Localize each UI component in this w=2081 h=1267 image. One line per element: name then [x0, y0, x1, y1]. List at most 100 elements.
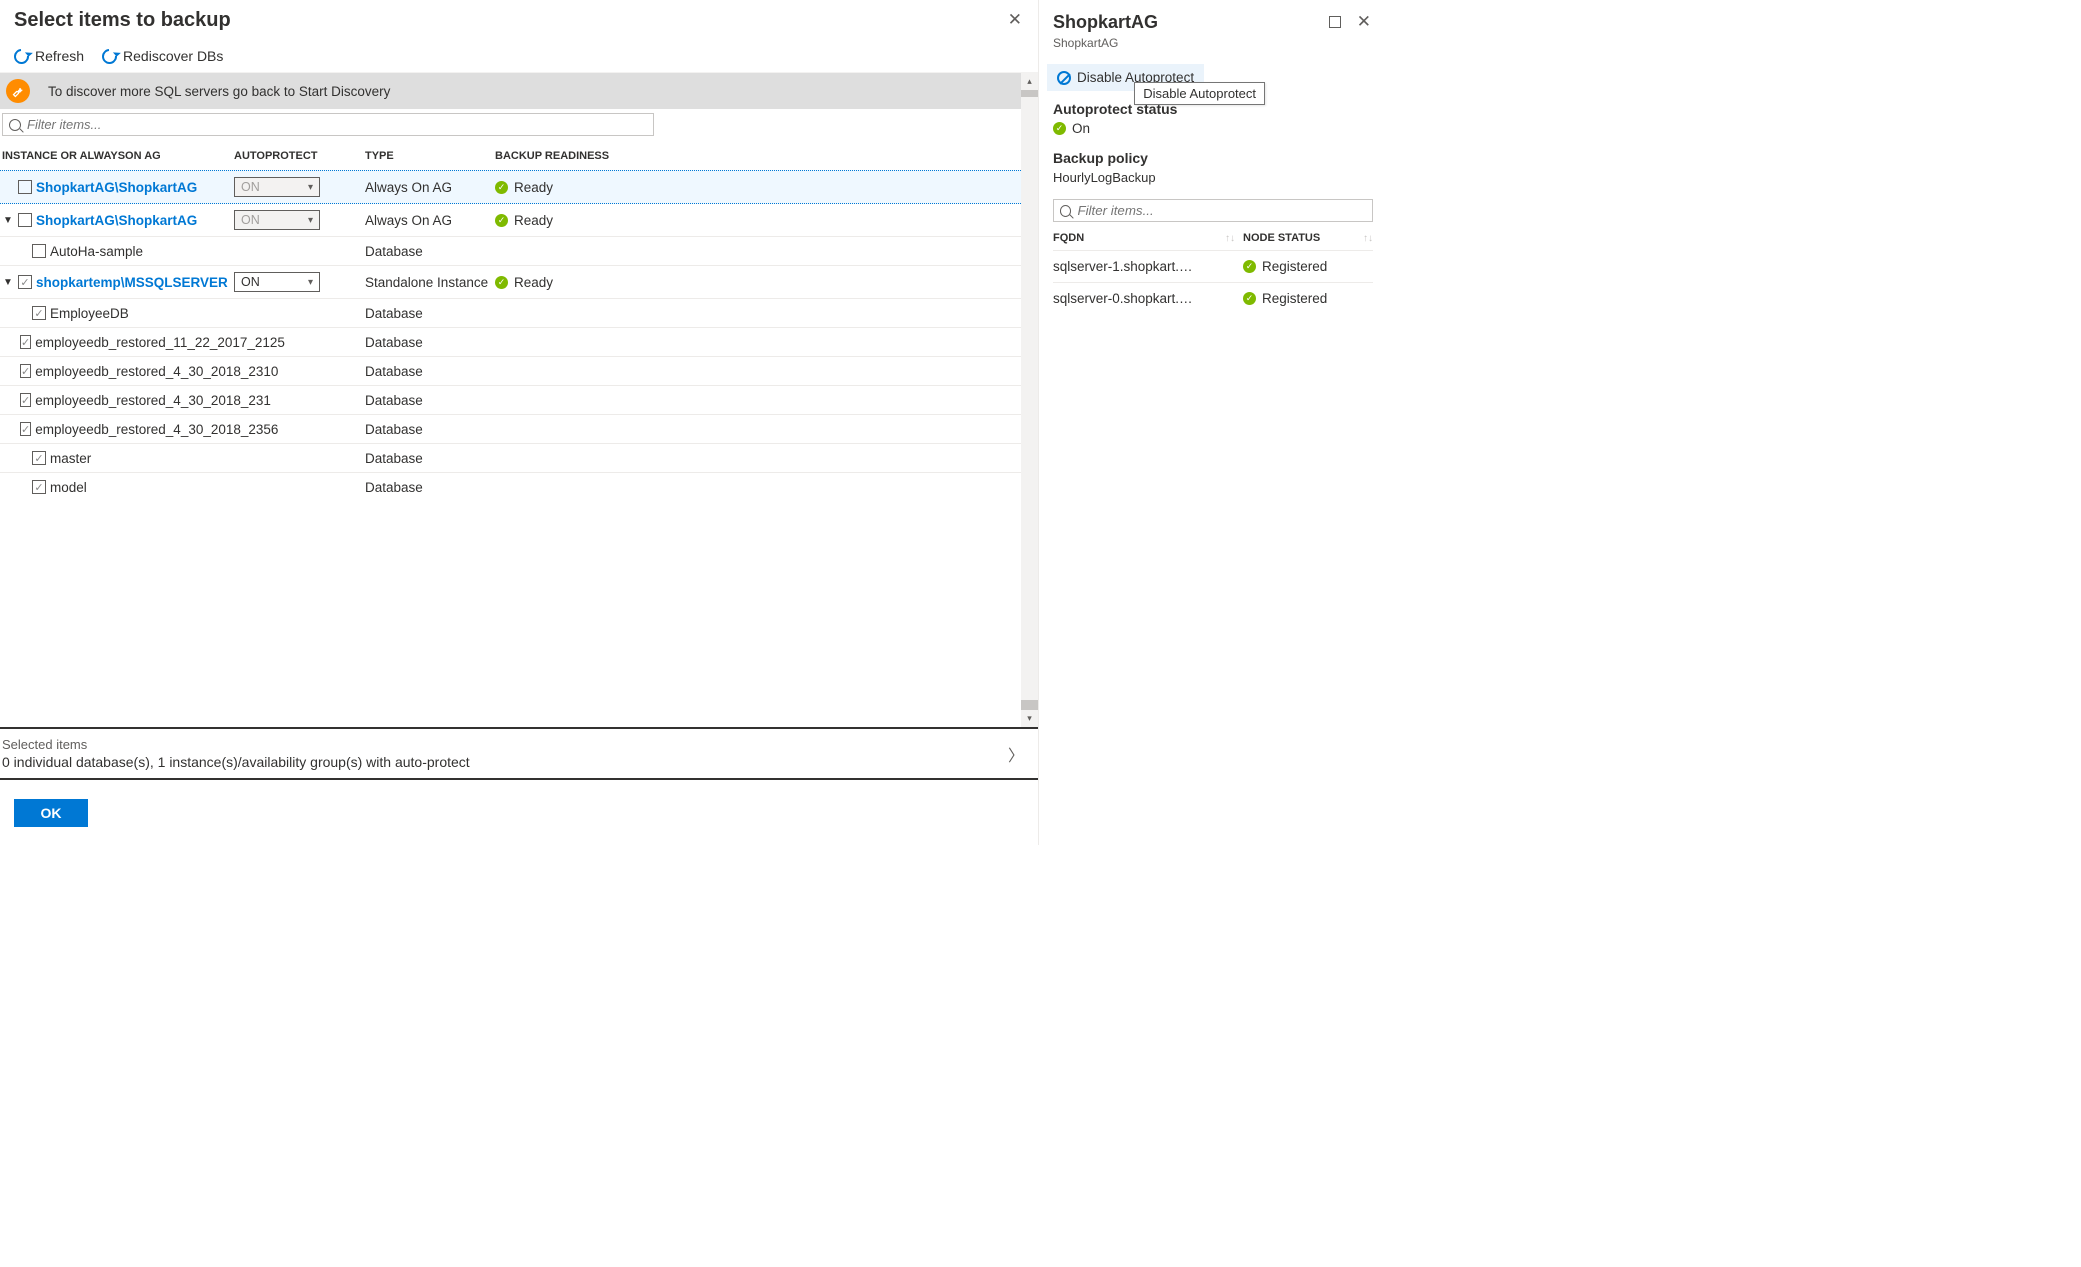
select-value: ON — [241, 275, 260, 289]
checkbox[interactable] — [18, 213, 32, 227]
tooltip: Disable Autoprotect — [1134, 82, 1265, 105]
col-instance: INSTANCE OR ALWAYSON AG — [2, 150, 234, 162]
row-name: AutoHa-sample — [50, 244, 143, 259]
refresh-icon — [99, 45, 120, 66]
node-row[interactable]: sqlserver-1.shopkart.…✓ Registered — [1053, 250, 1373, 282]
search-icon — [1060, 205, 1071, 217]
node-fqdn: sqlserver-0.shopkart.… — [1053, 291, 1243, 306]
col-fqdn[interactable]: FQDN — [1053, 232, 1084, 244]
outer-scrollbar[interactable]: ▴ ▾ — [1021, 73, 1038, 727]
page-title: Select items to backup — [14, 9, 231, 32]
autoprotect-status-value: On — [1072, 121, 1090, 136]
panel-filter-wrap[interactable] — [1053, 199, 1373, 222]
refresh-button[interactable]: Refresh — [14, 48, 84, 64]
check-icon: ✓ — [1053, 122, 1066, 135]
panel-subtitle: ShopkartAG — [1039, 34, 1387, 60]
table-row[interactable]: ✓employeedb_restored_4_30_2018_231Databa… — [0, 385, 1021, 414]
chevron-down-icon: ▾ — [308, 215, 313, 226]
node-fqdn: sqlserver-1.shopkart.… — [1053, 259, 1243, 274]
sort-icon[interactable]: ↑↓ — [1363, 233, 1373, 244]
readiness-value: Ready — [514, 275, 553, 290]
checkbox[interactable]: ✓ — [20, 364, 31, 378]
table-row[interactable]: ▼✓shopkartemp\MSSQLSERVERON▾Standalone I… — [0, 265, 1021, 298]
row-type: Database — [365, 306, 495, 321]
check-icon: ✓ — [495, 181, 508, 194]
scroll-down-icon[interactable]: ▾ — [1021, 710, 1038, 727]
table-row[interactable]: ✓ model Database — [0, 472, 1021, 501]
outer-scroll-bot-thumb[interactable] — [1021, 700, 1038, 710]
checkbox[interactable]: ✓ — [32, 480, 46, 494]
row-name: employeedb_restored_4_30_2018_231 — [35, 393, 271, 408]
chevron-down-icon: ▾ — [308, 277, 313, 288]
panel-filter-input[interactable] — [1077, 203, 1366, 218]
chevron-right-icon[interactable]: 〉 — [1004, 738, 1028, 770]
checkbox[interactable]: ✓ — [20, 393, 31, 407]
ok-button[interactable]: OK — [14, 799, 88, 827]
panel-title: ShopkartAG — [1053, 12, 1158, 33]
search-icon — [9, 119, 21, 131]
close-icon[interactable]: ✕ — [1002, 8, 1028, 32]
row-name[interactable]: shopkartemp\MSSQLSERVER — [36, 275, 228, 290]
scroll-up-icon[interactable]: ▴ — [1021, 73, 1038, 90]
selected-items-label: Selected items — [2, 737, 470, 752]
check-icon: ✓ — [495, 214, 508, 227]
expand-toggle[interactable]: ▼ — [2, 277, 14, 288]
row-name: model — [50, 480, 87, 495]
readiness-value: Ready — [514, 180, 553, 195]
select-value: ON — [241, 213, 260, 227]
row-name: employeedb_restored_11_22_2017_2125 — [35, 335, 285, 350]
table-row[interactable]: ✓employeedb_restored_11_22_2017_2125Data… — [0, 327, 1021, 356]
selected-items-summary: 0 individual database(s), 1 instance(s)/… — [2, 754, 470, 770]
select-value: ON — [241, 180, 260, 194]
checkbox[interactable]: ✓ — [20, 335, 31, 349]
wrench-icon — [6, 79, 30, 103]
filter-input-wrap[interactable] — [2, 113, 654, 136]
info-bar: To discover more SQL servers go back to … — [0, 73, 1021, 109]
col-autoprotect: AUTOPROTECT — [234, 150, 365, 162]
table-row[interactable]: ✓employeedb_restored_4_30_2018_2310Datab… — [0, 356, 1021, 385]
checkbox[interactable]: ✓ — [18, 275, 32, 289]
row-name: EmployeeDB — [50, 306, 129, 321]
col-node-status[interactable]: NODE STATUS — [1243, 232, 1320, 244]
table-row[interactable]: ✓employeedb_restored_4_30_2018_2356Datab… — [0, 414, 1021, 443]
row-name[interactable]: ShopkartAG\ShopkartAG — [36, 180, 197, 195]
backup-policy-value: HourlyLogBackup — [1053, 170, 1373, 185]
checkbox[interactable]: ✓ — [32, 451, 46, 465]
node-table-header: FQDN ↑↓ NODE STATUS ↑↓ — [1053, 222, 1373, 250]
check-icon: ✓ — [495, 276, 508, 289]
backup-policy-label: Backup policy — [1053, 150, 1373, 166]
checkbox[interactable]: ✓ — [32, 306, 46, 320]
chevron-down-icon: ▾ — [308, 182, 313, 193]
table-row[interactable]: ✓ EmployeeDB Database — [0, 298, 1021, 327]
row-type: Database — [365, 451, 495, 466]
panel-close-icon[interactable]: ✕ — [1351, 10, 1377, 34]
rediscover-button[interactable]: Rediscover DBs — [102, 48, 223, 64]
sort-icon[interactable]: ↑↓ — [1225, 233, 1235, 244]
prohibit-icon — [1057, 71, 1071, 85]
node-row[interactable]: sqlserver-0.shopkart.…✓Registered — [1053, 282, 1373, 314]
check-icon: ✓ — [1243, 260, 1256, 273]
filter-input[interactable] — [27, 117, 647, 132]
checkbox[interactable]: ✓ — [20, 422, 31, 436]
info-message: To discover more SQL servers go back to … — [36, 84, 390, 99]
table-row[interactable]: ✓masterDatabase — [0, 443, 1021, 472]
checkbox[interactable] — [32, 244, 46, 258]
autoprotect-select[interactable]: ON ▾ — [234, 272, 320, 292]
row-type: Always On AG — [365, 213, 495, 228]
col-type: TYPE — [365, 150, 495, 162]
maximize-icon[interactable] — [1329, 16, 1341, 28]
row-type: Database — [365, 244, 495, 259]
row-name[interactable]: ShopkartAG\ShopkartAG — [36, 213, 197, 228]
table-row[interactable]: ▼ShopkartAG\ShopkartAGON▾Always On AG✓Re… — [0, 203, 1021, 236]
checkbox[interactable] — [18, 180, 32, 194]
table-row[interactable]: AutoHa-sample Database — [0, 236, 1021, 265]
expand-toggle[interactable]: ▼ — [2, 215, 14, 226]
outer-scroll-top-thumb[interactable] — [1021, 90, 1038, 97]
toolbar: Refresh Rediscover DBs — [0, 42, 1038, 73]
row-type: Database — [365, 480, 495, 495]
table-row[interactable]: ShopkartAG\ShopkartAGON▾Always On AG✓Rea… — [0, 170, 1021, 204]
node-status: Registered — [1262, 259, 1327, 274]
refresh-icon — [11, 45, 32, 66]
row-name: employeedb_restored_4_30_2018_2356 — [35, 422, 278, 437]
row-name: employeedb_restored_4_30_2018_2310 — [35, 364, 278, 379]
